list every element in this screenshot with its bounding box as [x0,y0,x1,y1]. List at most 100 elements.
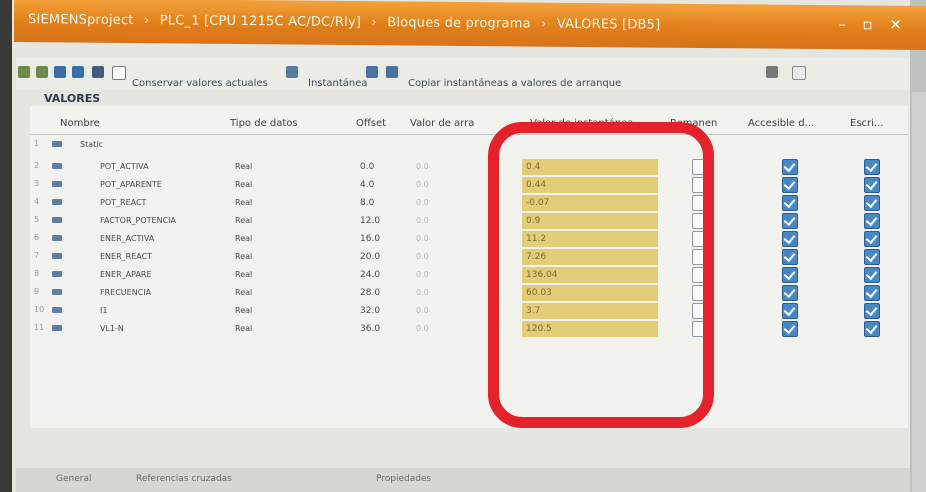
writable-checkbox[interactable] [864,159,880,175]
column-header-start-value[interactable]: Valor de arra [410,118,474,129]
column-header-accessible[interactable]: Accesible d... [748,118,814,129]
table-row[interactable]: 4 POT_REACT Real 8.0 0.0 -0.07 [30,194,908,212]
crumb-blocks[interactable]: Bloques de programa [387,15,531,31]
general-tab[interactable]: General [56,474,91,484]
accessible-checkbox[interactable] [782,303,798,319]
table-row[interactable]: 5 FACTOR_POTENCIA Real 12.0 0.0 0.9 [30,212,908,230]
accessible-checkbox[interactable] [782,249,798,265]
offset-cell: 0.0 [360,162,375,172]
start-value-cell[interactable]: 0.0 [416,162,429,171]
table-row[interactable]: 7 ENER_REACT Real 20.0 0.0 7.26 [30,248,908,266]
add-row-icon[interactable] [36,66,48,78]
table-row[interactable]: 3 POT_APARENTE Real 4.0 0.0 0.44 [30,176,908,194]
collapse-icon[interactable] [72,66,84,78]
offset-cell: 16.0 [360,234,381,244]
crumb-plc[interactable]: PLC_1 [CPU 1215C AC/DC/Rly] [160,13,361,30]
data-type-cell[interactable]: Real [235,252,252,261]
start-value-cell[interactable]: 0.0 [416,270,429,279]
accessible-checkbox[interactable] [782,285,798,301]
snapshot-icon[interactable] [286,66,298,78]
data-type-cell[interactable]: Real [235,198,252,207]
column-header-offset[interactable]: Offset [356,118,386,129]
writable-checkbox[interactable] [864,267,880,283]
table-row[interactable]: 10 I1 Real 32.0 0.0 3.7 [30,302,908,320]
data-type-cell[interactable]: Real [235,324,252,333]
expand-icon[interactable] [54,66,66,78]
keep-values-button[interactable]: Conservar valores actuales [132,78,268,89]
writable-checkbox[interactable] [864,177,880,193]
crumb-db[interactable]: VALORES [DB5] [557,17,661,33]
data-type-cell[interactable]: Real [235,162,252,171]
writable-checkbox[interactable] [864,303,880,319]
column-header-name[interactable]: Nombre [60,118,100,129]
variable-icon [52,253,62,259]
table-row[interactable]: 11 VL1-N Real 36.0 0.0 120.5 [30,320,908,338]
copy-all-icon[interactable] [386,66,398,78]
data-block-icon [52,141,62,147]
copy-icon[interactable] [366,66,378,78]
variable-name[interactable]: ENER_APARE [100,270,152,279]
table-row[interactable]: 8 ENER_APARE Real 24.0 0.0 136.04 [30,266,908,284]
start-value-cell[interactable]: 0.0 [416,252,429,261]
accessible-checkbox[interactable] [782,267,798,283]
accessible-checkbox[interactable] [782,159,798,175]
table-row[interactable]: 6 ENER_ACTIVA Real 16.0 0.0 11.2 [30,230,908,248]
insert-row-icon[interactable] [18,66,30,78]
variable-icon [52,163,62,169]
window-controls[interactable]: – ▫ ✕ [838,15,908,34]
variable-name[interactable]: POT_APARENTE [100,180,162,189]
variable-name[interactable]: ENER_ACTIVA [100,234,154,243]
static-row[interactable]: 1 Static [30,136,908,154]
writable-checkbox[interactable] [864,285,880,301]
properties-tab[interactable]: Propiedades [376,474,431,484]
right-task-pane[interactable] [912,92,926,492]
data-type-cell[interactable]: Real [235,216,252,225]
table-row[interactable]: 9 FRECUENCIA Real 28.0 0.0 60.03 [30,284,908,302]
start-value-cell[interactable]: 0.0 [416,180,429,189]
data-type-cell[interactable]: Real [235,288,252,297]
accessible-checkbox[interactable] [782,231,798,247]
start-value-cell[interactable]: 0.0 [416,216,429,225]
row-number: 4 [34,197,40,206]
offset-cell: 8.0 [360,198,375,208]
variable-name[interactable]: POT_REACT [100,198,146,207]
data-type-cell[interactable]: Real [235,306,252,315]
offset-cell: 20.0 [360,252,381,262]
variable-name[interactable]: POT_ACTIVA [100,162,149,171]
accessible-checkbox[interactable] [782,213,798,229]
writable-checkbox[interactable] [864,195,880,211]
writable-checkbox[interactable] [864,321,880,337]
data-type-cell[interactable]: Real [235,234,252,243]
variable-name[interactable]: VL1-N [100,324,124,333]
variable-name[interactable]: FRECUENCIA [100,288,151,297]
accessible-checkbox[interactable] [782,195,798,211]
settings-icon[interactable] [766,66,778,78]
data-type-cell[interactable]: Real [235,180,252,189]
variable-icon [52,217,62,223]
column-header-writable[interactable]: Escri... [850,118,883,129]
start-value-cell[interactable]: 0.0 [416,198,429,207]
start-value-cell[interactable]: 0.0 [416,234,429,243]
column-header-type[interactable]: Tipo de datos [230,118,298,129]
accessible-checkbox[interactable] [782,321,798,337]
accessible-checkbox[interactable] [782,177,798,193]
crumb-project[interactable]: SIEMENSproject [28,12,134,28]
window-icon[interactable] [792,66,806,80]
writable-checkbox[interactable] [864,231,880,247]
variable-name[interactable]: ENER_REACT [100,252,152,261]
start-value-cell[interactable]: 0.0 [416,324,429,333]
variable-name[interactable]: I1 [100,306,107,315]
snapshot-button[interactable]: Instantánea [308,78,368,89]
monitor-icon[interactable] [112,66,126,80]
variable-name[interactable]: FACTOR_POTENCIA [100,216,176,225]
table-row[interactable]: 2 POT_ACTIVA Real 0.0 0.0 0.4 [30,158,908,176]
variable-icon [52,271,62,277]
writable-checkbox[interactable] [864,249,880,265]
writable-checkbox[interactable] [864,213,880,229]
references-tab[interactable]: Referencias cruzadas [136,474,232,484]
data-type-cell[interactable]: Real [235,270,252,279]
copy-snapshot-button[interactable]: Copiar instantáneas a valores de arranqu… [408,78,621,89]
list-icon[interactable] [92,66,104,78]
start-value-cell[interactable]: 0.0 [416,306,429,315]
start-value-cell[interactable]: 0.0 [416,288,429,297]
